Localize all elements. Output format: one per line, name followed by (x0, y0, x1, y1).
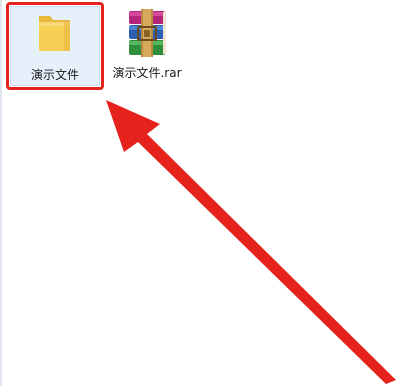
folder-label: 演示文件 (30, 68, 79, 82)
pointer-arrow-shape (106, 100, 396, 384)
rar-label: 演示文件.rar (112, 66, 182, 80)
window-edge (0, 0, 2, 386)
winrar-archive-icon (121, 9, 173, 61)
folder-item[interactable]: 演示文件 (10, 6, 100, 86)
rar-archive-item[interactable]: 演示文件.rar (108, 6, 186, 102)
folder-icon (37, 12, 73, 58)
